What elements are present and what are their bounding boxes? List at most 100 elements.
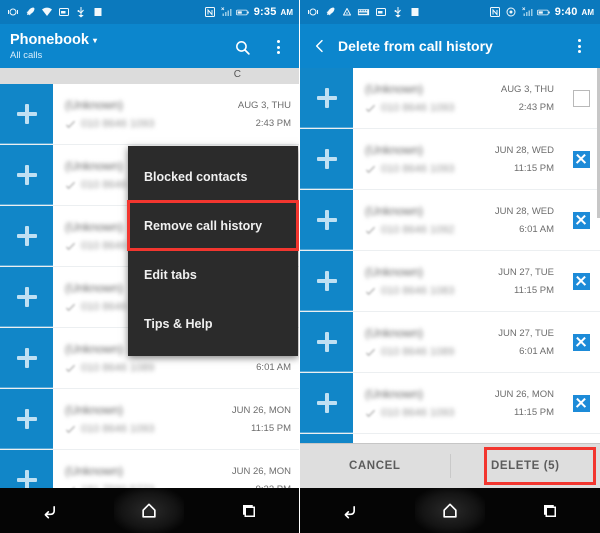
overflow-popup-menu[interactable]: Blocked contacts Remove call history Edit … — [127, 146, 299, 356]
call-timestamp: JUN 26, MON 11:15 PM — [232, 405, 291, 434]
nav-home-button[interactable] — [114, 488, 185, 533]
search-icon[interactable] — [231, 36, 253, 58]
right-clock-ampm: AM — [581, 7, 594, 17]
row-checkbox-cell[interactable] — [562, 251, 600, 311]
table-row[interactable]: (Unknown)181 7590 5773JUN 26, MON9:23 PM — [0, 450, 299, 488]
add-contact-button[interactable] — [300, 251, 353, 311]
usb-icon — [391, 6, 404, 19]
add-contact-button[interactable] — [300, 312, 353, 372]
call-entry[interactable]: (Unknown)181 7590 5773JUN 26, MON9:23 PM — [53, 450, 299, 488]
right-call-list[interactable]: (Unknown) 010 8646 1093 AUG 3, THU 2:43 PM(… — [300, 68, 600, 443]
row-checkbox-cell[interactable] — [562, 434, 600, 443]
call-entry[interactable]: (Unknown) 010 8646 1089 JUN 27, TUE 6:01 AM — [353, 312, 562, 372]
row-checkbox-cell[interactable] — [562, 373, 600, 433]
plus-icon — [316, 270, 337, 291]
all-calls-subtitle: All calls — [10, 49, 43, 61]
table-row[interactable]: (Unknown)181 7590 5773JUN 26, MON9:23 PM — [300, 434, 600, 443]
table-row[interactable]: (Unknown) 010 8646 1093 JUN 26, MON 11:15 P… — [0, 389, 299, 450]
add-contact-button[interactable] — [0, 145, 53, 205]
add-contact-button[interactable] — [0, 267, 53, 327]
call-entry[interactable]: (Unknown) 010 8646 1093 AUG 3, THU 2:43 PM — [53, 84, 299, 144]
row-checkbox-cell[interactable] — [562, 129, 600, 189]
call-entry[interactable]: (Unknown)181 7590 5773JUN 26, MON9:23 PM — [353, 434, 562, 443]
left-tab-strip[interactable]: C — [0, 68, 299, 84]
table-row[interactable]: (Unknown) 010 8646 1089 JUN 27, TUE 6:01 AM — [300, 312, 600, 373]
menu-item-remove-call-history[interactable]: Remove call history — [127, 200, 299, 251]
row-checkbox-cell[interactable] — [562, 190, 600, 250]
screenshot-icon — [57, 6, 70, 19]
call-entry[interactable]: (Unknown) 010 8646 1093 AUG 3, THU 2:43 PM — [353, 68, 562, 128]
battery-level-icon — [235, 6, 249, 19]
add-contact-button[interactable] — [0, 450, 53, 488]
right-phone-screen: 9:40 AM Delete from call history (Unknow… — [300, 0, 600, 533]
nav-home-button[interactable] — [415, 488, 485, 533]
page-title: Delete from call history — [338, 38, 493, 54]
overflow-menu-icon[interactable] — [568, 35, 590, 57]
nav-back-button[interactable] — [315, 488, 385, 533]
checkbox-unchecked[interactable] — [572, 89, 590, 107]
phonebook-title[interactable]: Phonebook ▾ — [10, 32, 97, 49]
nfc-icon — [489, 6, 502, 19]
add-contact-button[interactable] — [300, 434, 353, 443]
call-identity: (Unknown) 010 8646 1093 — [365, 82, 495, 114]
menu-item-tips-help[interactable]: Tips & Help — [128, 299, 298, 348]
menu-item-edit-tabs[interactable]: Edit tabs — [128, 250, 298, 299]
call-entry[interactable]: (Unknown) 010 8646 1083 JUN 27, TUE 11:15 P… — [353, 251, 562, 311]
add-contact-button[interactable] — [300, 190, 353, 250]
call-direction-icon — [65, 120, 76, 128]
contact-name: (Unknown) — [65, 98, 124, 112]
add-contact-button[interactable] — [0, 84, 53, 144]
overflow-menu-icon[interactable] — [267, 36, 289, 58]
plus-icon — [316, 148, 337, 169]
call-entry[interactable]: (Unknown) 010 8646 1093 JUN 26, MON 11:15 P… — [353, 373, 562, 433]
phone-number: 181 7590 5773 — [81, 484, 154, 488]
add-contact-button[interactable] — [0, 389, 53, 449]
contact-name: (Unknown) — [365, 82, 424, 96]
add-contact-button[interactable] — [0, 328, 53, 388]
add-contact-button[interactable] — [300, 129, 353, 189]
add-contact-button[interactable] — [300, 68, 353, 128]
row-checkbox-cell[interactable] — [562, 68, 600, 128]
phone-number-row: 010 8646 1093 — [65, 423, 226, 435]
nav-recents-button[interactable] — [214, 488, 284, 533]
table-row[interactable]: (Unknown) 010 8646 1093 AUG 3, THU 2:43 PM — [0, 84, 299, 145]
call-timestamp: JUN 27, TUE 11:15 PM — [498, 267, 554, 296]
row-checkbox-cell[interactable] — [562, 312, 600, 372]
checkbox-checked[interactable] — [572, 333, 590, 351]
nav-back-button[interactable] — [15, 488, 85, 533]
call-date: JUN 28, WED — [494, 205, 554, 217]
call-entry[interactable]: (Unknown) 010 8646 1093 JUN 26, MON 11:15 P… — [53, 389, 299, 449]
checkbox-checked[interactable] — [572, 211, 590, 229]
contact-name: (Unknown) — [365, 204, 424, 218]
checkbox-checked[interactable] — [572, 272, 590, 290]
phone-number: 010 8646 1093 — [381, 163, 455, 175]
call-entry[interactable]: (Unknown) 010 8646 1092 JUN 28, WED 6:01 AM — [353, 190, 562, 250]
table-row[interactable]: (Unknown) 010 8646 1092 JUN 28, WED 6:01 AM — [300, 190, 600, 251]
left-call-list[interactable]: (Unknown) 010 8646 1093 AUG 3, THU 2:43 PM(… — [0, 84, 299, 488]
call-direction-icon — [365, 226, 376, 234]
menu-item-blocked-contacts[interactable]: Blocked contacts — [128, 152, 298, 201]
add-contact-button[interactable] — [300, 373, 353, 433]
phone-number-row: 010 8646 1093 — [65, 118, 232, 130]
contact-name: (Unknown) — [65, 403, 124, 417]
call-identity: (Unknown) 181 7590 5773 — [65, 464, 226, 488]
table-row[interactable]: (Unknown) 010 8646 1093 JUN 28, WED 11:15 P… — [300, 129, 600, 190]
table-row[interactable]: (Unknown) 010 8646 1083 JUN 27, TUE 11:15 P… — [300, 251, 600, 312]
back-chevron-icon[interactable] — [310, 36, 330, 56]
call-identity: (Unknown) 010 8646 1089 — [365, 326, 492, 358]
battery-icon — [408, 6, 421, 19]
contact-name: (Unknown) — [365, 387, 424, 401]
right-status-right: 9:40 AM — [489, 6, 594, 19]
call-direction-icon — [65, 364, 76, 372]
left-title-block[interactable]: Phonebook ▾ All calls — [10, 32, 97, 61]
checkbox-checked[interactable] — [572, 150, 590, 168]
table-row[interactable]: (Unknown) 010 8646 1093 AUG 3, THU 2:43 PM — [300, 68, 600, 129]
call-entry[interactable]: (Unknown) 010 8646 1093 JUN 28, WED 11:15 P… — [353, 129, 562, 189]
checkbox-checked[interactable] — [572, 394, 590, 412]
cancel-button[interactable]: CANCEL — [300, 444, 450, 488]
table-row[interactable]: (Unknown) 010 8646 1093 JUN 26, MON 11:15 P… — [300, 373, 600, 434]
plus-icon — [316, 209, 337, 230]
nav-recents-button[interactable] — [515, 488, 585, 533]
phone-number-row: 010 8646 1089 — [365, 346, 492, 358]
add-contact-button[interactable] — [0, 206, 53, 266]
